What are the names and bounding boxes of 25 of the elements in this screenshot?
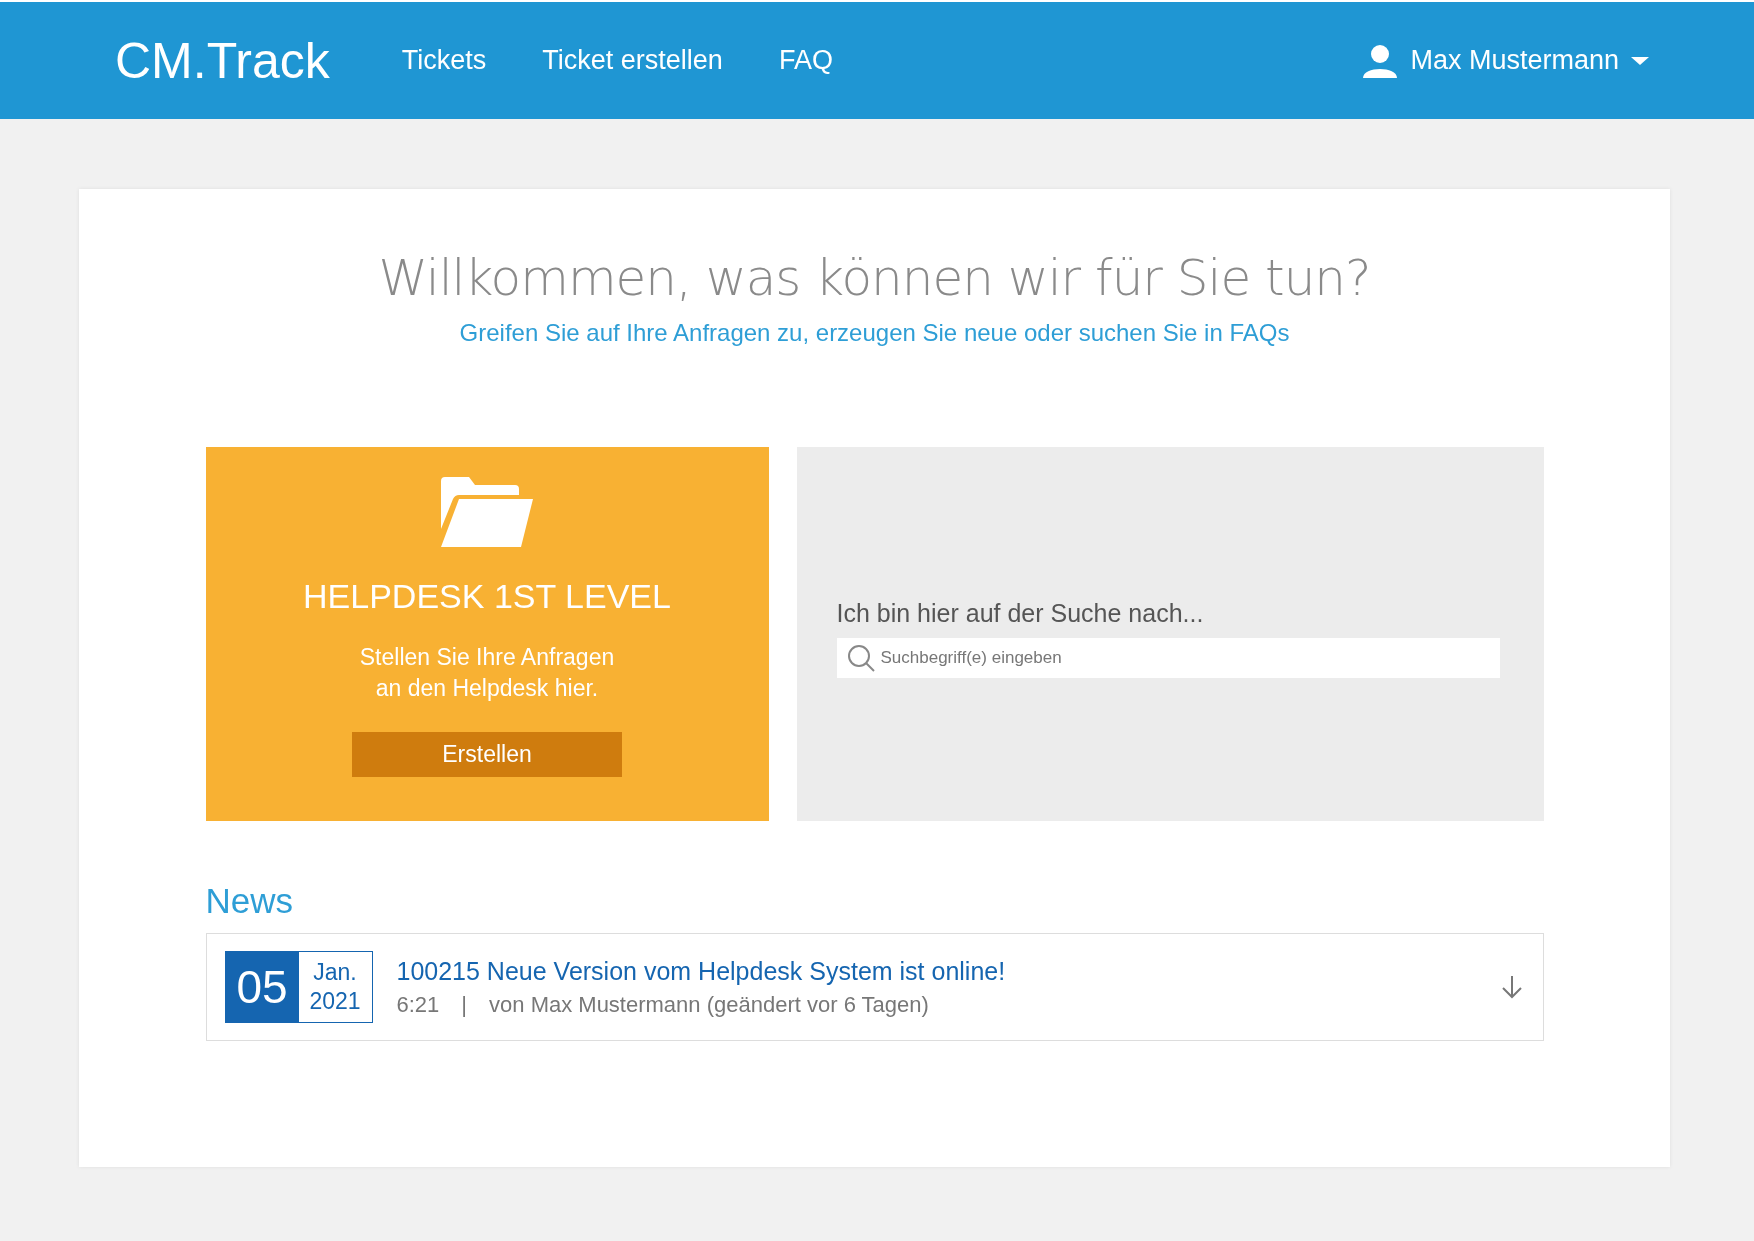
user-icon bbox=[1362, 43, 1399, 78]
create-button[interactable]: Erstellen bbox=[352, 732, 622, 777]
search-label: Ich bin hier auf der Suche nach... bbox=[836, 599, 1205, 628]
card-title: HELPDESK 1ST LEVEL bbox=[303, 577, 671, 616]
welcome-subtitle: Greifen Sie auf Ihre Anfragen zu, erzeugen Sie neue oder suchen Sie in FAQs bbox=[459, 319, 1290, 347]
down-arrow-icon[interactable] bbox=[1500, 975, 1523, 999]
news-title-link[interactable]: 100215 Neue Version vom Helpdesk System ist online! bbox=[396, 956, 1501, 986]
user-menu[interactable]: Max Mustermann bbox=[1362, 43, 1649, 78]
logo: CM.Track bbox=[115, 31, 330, 90]
caret-icon bbox=[1631, 56, 1649, 65]
news-heading: News bbox=[205, 881, 295, 921]
news-time: 6:21 bbox=[396, 991, 440, 1018]
date-year: 2021 bbox=[309, 987, 361, 1016]
date-day: 05 bbox=[225, 952, 299, 1022]
card-text: Stellen Sie Ihre Anfragen an den Helpdesk hier. bbox=[359, 643, 615, 703]
separator: | bbox=[461, 991, 468, 1018]
welcome-title: Willkommen, was können wir für Sie tun? bbox=[378, 249, 1371, 307]
folder-icon bbox=[441, 477, 533, 547]
news-meta: von Max Mustermann (geändert vor 6 Tagen) bbox=[489, 991, 929, 1018]
date-month: Jan. bbox=[313, 958, 357, 987]
search-field[interactable]: Suchbegriff(e) eingeben bbox=[836, 638, 1500, 678]
nav-link[interactable]: Ticket erstellen bbox=[542, 45, 723, 76]
search-icon bbox=[846, 644, 875, 672]
nav-link[interactable]: Tickets bbox=[401, 45, 487, 76]
nav-link[interactable]: FAQ bbox=[778, 45, 833, 76]
